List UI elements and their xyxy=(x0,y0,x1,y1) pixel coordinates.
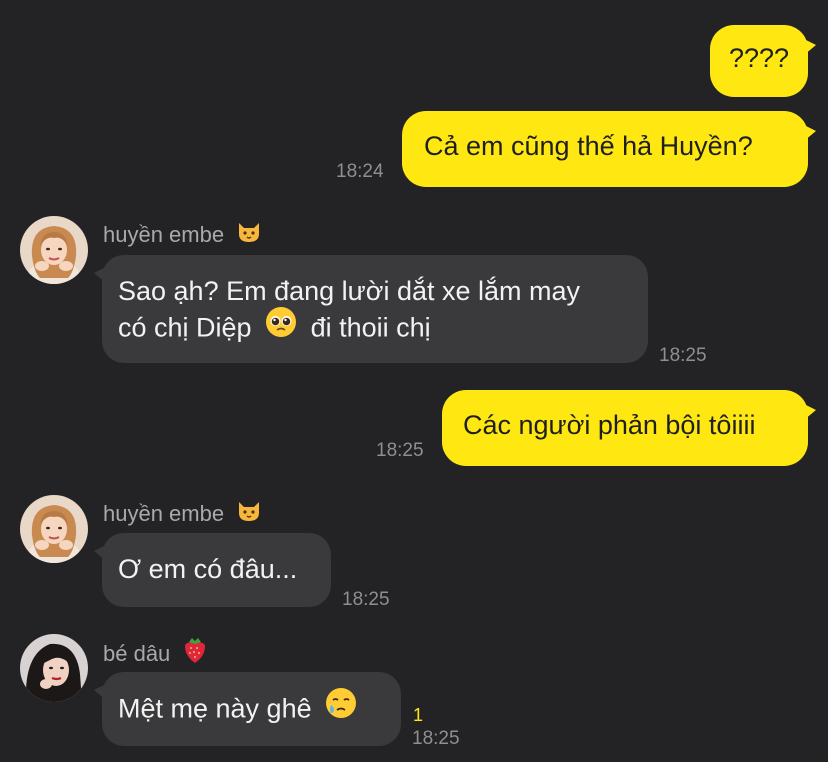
message-line: có chị Diệp đi thoii chị xyxy=(118,306,632,350)
avatar-huyen-icon xyxy=(20,495,88,563)
message-text: Cả em cũng thế hả Huyền? xyxy=(424,131,753,161)
outgoing-message[interactable]: Các người phản bội tôiiii xyxy=(442,390,816,466)
outgoing-message[interactable]: ???? xyxy=(710,25,816,97)
incoming-message[interactable]: Ơ em có đâu... xyxy=(94,533,331,607)
crying-face-icon xyxy=(325,687,357,728)
message-timestamp: 18:25 xyxy=(342,589,390,610)
message-line: Sao ạh? Em đang lười dắt xe lắm may xyxy=(118,276,581,306)
message-text: Ơ em có đâu... xyxy=(118,554,298,584)
avatar-be-dau-icon xyxy=(20,634,88,702)
message-timestamp: 18:24 xyxy=(336,161,384,182)
message-text: ???? xyxy=(728,43,790,73)
message-timestamp: 18:25 xyxy=(412,728,460,749)
sender-name: bé dâu xyxy=(103,638,208,672)
strawberry-icon xyxy=(182,636,208,670)
message-text: Các người phản bội tôiiii xyxy=(463,410,756,440)
avatar-huyen-icon xyxy=(20,216,88,284)
avatar[interactable] xyxy=(20,495,88,563)
pleading-face-icon xyxy=(265,306,297,347)
chat-view: ???? 18:24 Cả em cũng thế hả Huyền? huyề… xyxy=(0,0,828,762)
outgoing-message[interactable]: Cả em cũng thế hả Huyền? xyxy=(402,111,816,187)
message-timestamp: 18:25 xyxy=(376,440,424,461)
message-timestamp: 18:25 xyxy=(659,345,707,366)
avatar[interactable] xyxy=(20,216,88,284)
unread-count: 1 xyxy=(413,705,424,725)
avatar[interactable] xyxy=(20,634,88,702)
incoming-message[interactable]: Mệt mẹ này ghê xyxy=(94,672,401,746)
message-text: Mệt mẹ này ghê xyxy=(118,693,312,724)
cat-face-icon xyxy=(236,218,262,250)
incoming-message[interactable]: Sao ạh? Em đang lười dắt xe lắm may có c… xyxy=(94,255,648,363)
sender-name: huyền embe xyxy=(103,220,262,252)
cat-face-icon xyxy=(236,497,262,529)
sender-name: huyền embe xyxy=(103,499,262,531)
